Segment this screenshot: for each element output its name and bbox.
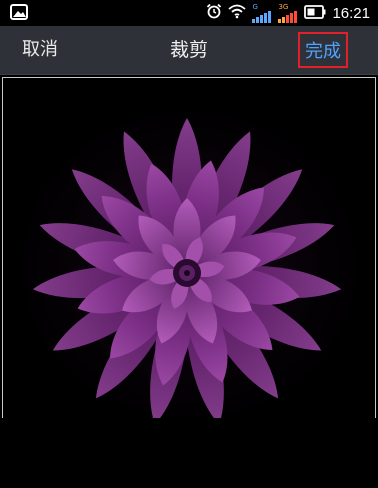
clock-time: 16:21	[332, 4, 370, 22]
crop-toolbar: 取消 裁剪 完成	[0, 26, 378, 75]
image-icon	[10, 4, 28, 20]
signal-icon: G	[252, 2, 272, 23]
network-3g-label: 3G	[278, 2, 289, 11]
purple-flower-photo	[3, 78, 375, 418]
alarm-icon	[206, 3, 222, 23]
cancel-button[interactable]: 取消	[22, 26, 58, 74]
wifi-icon	[228, 3, 247, 23]
status-bar: G 3G 16:21	[0, 0, 378, 26]
crop-frame[interactable]	[2, 77, 376, 418]
signal-3g-icon: 3G	[278, 2, 298, 23]
done-button[interactable]: 完成	[298, 32, 348, 68]
battery-icon	[304, 4, 326, 23]
network-type-label: G	[252, 2, 258, 11]
